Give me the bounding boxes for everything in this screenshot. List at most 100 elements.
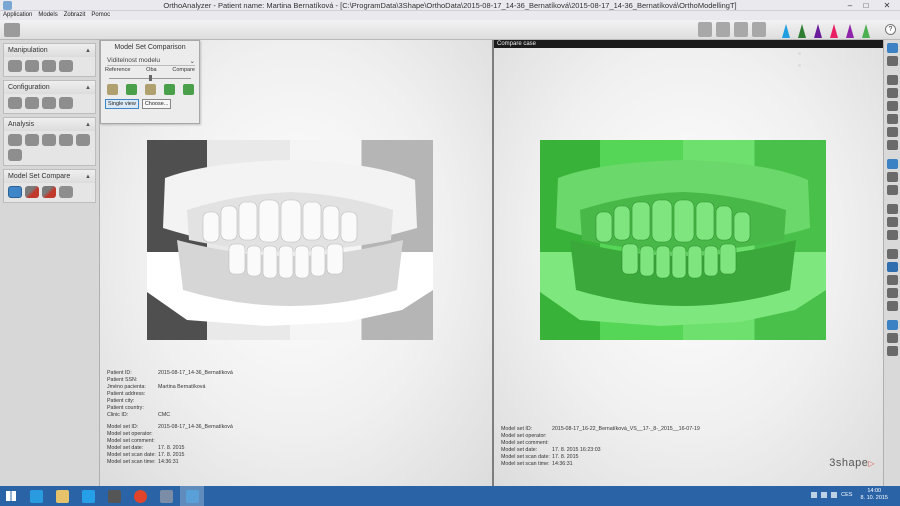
copy-icon[interactable]: [886, 275, 898, 285]
arch-icon[interactable]: [25, 97, 39, 109]
view-front-icon[interactable]: [886, 43, 898, 53]
reference-mix-icon[interactable]: [126, 84, 137, 95]
compare-settings-icon[interactable]: [59, 186, 73, 198]
maximize-button[interactable]: □: [858, 0, 874, 11]
bolton-icon[interactable]: [42, 134, 56, 146]
view-top-icon[interactable]: [886, 56, 898, 66]
menu-help[interactable]: Pomoc: [91, 11, 110, 20]
measure-icon[interactable]: [8, 134, 22, 146]
frame-icon[interactable]: [886, 217, 898, 227]
taskbar-camera[interactable]: [102, 486, 126, 506]
compare-viewport[interactable]: Compare case Model set ID: 2015-08-17_16…: [494, 40, 883, 486]
jaw-upper-icon[interactable]: [886, 75, 898, 85]
section-plane-icon[interactable]: [886, 172, 898, 182]
overlay-icon[interactable]: [145, 84, 156, 95]
split-model-icon[interactable]: [59, 60, 73, 72]
tray-up-arrow-icon[interactable]: [811, 492, 818, 498]
taskbar-chrome[interactable]: [128, 486, 152, 506]
title-bar: OrthoAnalyzer - Patient name: Martina Be…: [0, 0, 900, 11]
compare-case-header: Compare case: [494, 40, 883, 48]
visibility-select[interactable]: Viditelnost modelu ⌄: [107, 56, 195, 66]
close-button[interactable]: ✕: [874, 0, 900, 11]
language-indicator[interactable]: CES: [841, 492, 852, 498]
camera-icon[interactable]: [886, 230, 898, 240]
jaw-lower-icon[interactable]: [886, 88, 898, 98]
grid-icon[interactable]: [886, 185, 898, 195]
section-header-analysis[interactable]: Analysis ▲: [4, 118, 95, 131]
slider-handle[interactable]: [149, 75, 152, 81]
taskbar-orthoanalyzer[interactable]: [180, 486, 204, 506]
tooth-width-icon[interactable]: [76, 134, 90, 146]
transparency-icon[interactable]: [886, 301, 898, 311]
compare-mix-icon[interactable]: [164, 84, 175, 95]
display-mode-icon[interactable]: [886, 262, 898, 272]
section-header-manipulation[interactable]: Manipulation ▲: [4, 44, 95, 57]
color-map-icon[interactable]: [42, 186, 56, 198]
windows-logo-icon: [6, 491, 16, 501]
info-value: 2015-08-17_14-36_Bernatíková: [158, 424, 233, 430]
info-value: 17. 8. 2015: [158, 452, 185, 458]
pan-icon[interactable]: [886, 333, 898, 343]
rotate-view-icon[interactable]: [886, 288, 898, 298]
screenshot-icon[interactable]: [752, 22, 766, 37]
info-label: Model set comment:: [501, 440, 549, 446]
toolbar-right-group: [698, 22, 872, 38]
rotate-icon[interactable]: [734, 22, 748, 37]
network-icon[interactable]: [821, 492, 828, 498]
tooth-setup-icon[interactable]: [42, 97, 56, 109]
occlusion-icon[interactable]: [716, 22, 730, 37]
cone-purple-icon[interactable]: [812, 22, 824, 38]
shield-icon[interactable]: [8, 149, 22, 161]
angle-tool-icon[interactable]: [886, 140, 898, 150]
taskbar-app[interactable]: [154, 486, 178, 506]
menu-models[interactable]: Models: [38, 11, 57, 20]
choose-button[interactable]: Choose...: [141, 99, 172, 109]
superimpose-icon[interactable]: [25, 186, 39, 198]
section-header-model-set-compare[interactable]: Model Set Compare ▲: [4, 170, 95, 183]
zoom-icon[interactable]: [886, 320, 898, 330]
cut-model-icon[interactable]: [25, 60, 39, 72]
align-model-icon[interactable]: [42, 60, 56, 72]
taskbar-explorer[interactable]: [50, 486, 74, 506]
move-model-icon[interactable]: [8, 60, 22, 72]
cone-green-icon[interactable]: [796, 22, 808, 38]
section-analysis-icon[interactable]: [59, 134, 73, 146]
open-case-icon[interactable]: [4, 23, 20, 37]
start-button[interactable]: [0, 486, 22, 506]
layer-icon[interactable]: [886, 249, 898, 259]
windows-taskbar: CES 14:00 8. 10. 2015: [0, 486, 900, 506]
visibility-slider[interactable]: [109, 75, 191, 81]
space-analysis-icon[interactable]: [25, 134, 39, 146]
minimize-button[interactable]: –: [842, 0, 858, 11]
cone-lightgreen-icon[interactable]: [860, 22, 872, 38]
compare-only-icon[interactable]: [183, 84, 194, 95]
help-icon[interactable]: ?: [885, 24, 896, 35]
volume-icon[interactable]: [831, 492, 838, 498]
section-header-configuration[interactable]: Configuration ▲: [4, 81, 95, 94]
model-set-compare-icon[interactable]: [8, 186, 22, 198]
model-color-icon[interactable]: [886, 159, 898, 169]
single-view-button[interactable]: Single view: [105, 99, 139, 109]
model-base-icon[interactable]: [59, 97, 73, 109]
section-configuration: Configuration ▲: [3, 80, 96, 114]
tooth-icon[interactable]: [886, 114, 898, 124]
visibility-select-value: Viditelnost modelu: [107, 57, 160, 64]
clip-icon[interactable]: [886, 204, 898, 214]
taskbar-teamviewer[interactable]: [76, 486, 100, 506]
reference-only-icon[interactable]: [107, 84, 118, 95]
cone-blue-icon[interactable]: [780, 22, 792, 38]
cone-violet-icon[interactable]: [844, 22, 856, 38]
clock[interactable]: 14:00 8. 10. 2015: [860, 488, 888, 502]
jaw-both-icon[interactable]: [886, 101, 898, 111]
chevron-up-icon: ▲: [85, 173, 91, 180]
measure-tool-icon[interactable]: [886, 127, 898, 137]
occlusal-plane-icon[interactable]: [8, 97, 22, 109]
cone-pink-icon[interactable]: [828, 22, 840, 38]
taskbar-ie[interactable]: [24, 486, 48, 506]
menu-view[interactable]: Zobrazit: [64, 11, 86, 20]
model-view-icon[interactable]: [698, 22, 712, 37]
info-label: Model set ID:: [501, 426, 533, 432]
info-label: Model set comment:: [107, 438, 155, 444]
menu-application[interactable]: Application: [3, 11, 32, 20]
reset-view-icon[interactable]: [886, 346, 898, 356]
